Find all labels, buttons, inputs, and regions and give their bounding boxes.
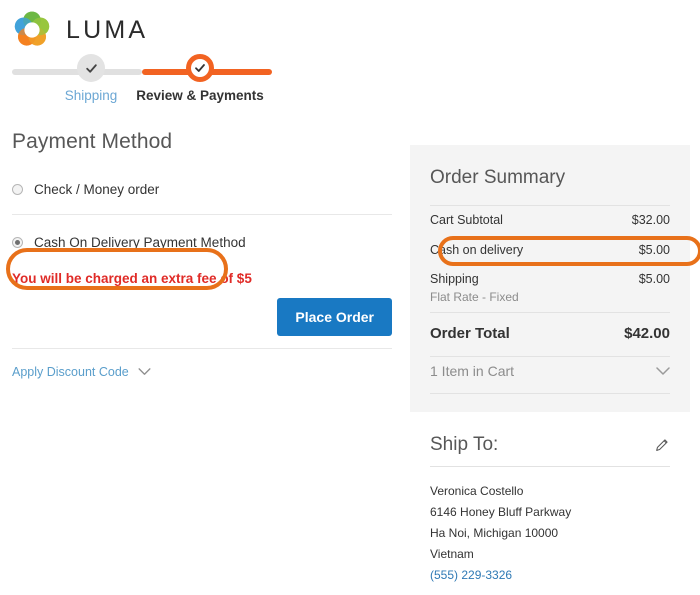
summary-row-label: Cash on delivery bbox=[430, 242, 524, 257]
cart-items-toggle[interactable]: 1 Item in Cart bbox=[430, 357, 670, 393]
address-country: Vietnam bbox=[430, 546, 474, 561]
payment-method-option-check-money-order[interactable]: Check / Money order bbox=[12, 178, 392, 200]
address-phone[interactable]: (555) 229-3326 bbox=[430, 565, 512, 586]
address-name: Veronica Costello bbox=[430, 483, 524, 498]
apply-discount-code-label[interactable]: Apply Discount Code bbox=[12, 365, 129, 379]
divider bbox=[430, 392, 670, 394]
progress-step-label-shipping: Shipping bbox=[64, 88, 118, 103]
check-icon bbox=[85, 63, 97, 73]
order-summary-panel: Order Summary Cart Subtotal $32.00 Cash … bbox=[410, 145, 700, 412]
summary-row-cash-on-delivery: Cash on delivery $5.00 bbox=[430, 236, 670, 266]
summary-row-cart-subtotal: Cart Subtotal $32.00 bbox=[430, 206, 670, 236]
divider bbox=[12, 348, 392, 349]
place-order-button[interactable]: Place Order bbox=[277, 298, 392, 336]
ship-to-block: Ship To: Veronica Costello 6146 Honey Bl… bbox=[410, 434, 690, 586]
address-street: 6146 Honey Bluff Parkway bbox=[430, 504, 572, 519]
site-logo[interactable]: LUMA bbox=[12, 10, 148, 50]
luma-flower-logo-icon bbox=[14, 11, 50, 46]
ship-to-title: Ship To: bbox=[430, 433, 499, 455]
radio-cash-on-delivery[interactable] bbox=[12, 236, 23, 248]
shipping-step-dot bbox=[77, 54, 105, 82]
summary-row-value: $32.00 bbox=[631, 213, 670, 227]
order-total-value: $42.00 bbox=[624, 324, 670, 342]
payment-method-label: Check / Money order bbox=[34, 181, 160, 197]
cart-items-label: 1 Item in Cart bbox=[430, 362, 515, 379]
summary-row-sublabel: Flat Rate - Fixed bbox=[430, 289, 519, 304]
summary-row-shipping: Shipping Flat Rate - Fixed $5.00 bbox=[430, 265, 670, 312]
review-payments-step-dot bbox=[186, 54, 214, 82]
summary-row-label: Shipping bbox=[430, 272, 479, 287]
check-icon bbox=[195, 64, 205, 72]
checkout-progress-bar: Shipping Review & Payments bbox=[12, 54, 272, 110]
summary-row-value: $5.00 bbox=[638, 242, 670, 257]
checkout-sidebar: Order Summary Cart Subtotal $32.00 Cash … bbox=[410, 145, 700, 595]
summary-row-value: $5.00 bbox=[638, 272, 670, 287]
payment-section: Payment Method Check / Money order Cash … bbox=[6, 130, 392, 381]
payment-method-label: Cash On Delivery Payment Method bbox=[34, 234, 246, 250]
payment-method-option-cash-on-delivery[interactable]: Cash On Delivery Payment Method bbox=[12, 231, 392, 253]
extra-fee-message: You will be charged an extra fee of $5 bbox=[12, 271, 252, 286]
summary-row-label: Cart Subtotal bbox=[430, 213, 503, 227]
checkout-page: LUMA Shipping Review & Payments Payment … bbox=[0, 0, 700, 595]
apply-discount-code-toggle[interactable]: Apply Discount Code bbox=[12, 363, 392, 381]
divider bbox=[12, 214, 392, 215]
order-total-label: Order Total bbox=[430, 324, 510, 342]
shipping-address: Veronica Costello 6146 Honey Bluff Parkw… bbox=[430, 481, 670, 586]
chevron-down-icon bbox=[656, 363, 670, 379]
order-total-row: Order Total $42.00 bbox=[430, 313, 670, 356]
chevron-down-icon bbox=[138, 363, 151, 381]
pencil-icon[interactable] bbox=[654, 437, 670, 453]
brand-name: LUMA bbox=[66, 15, 149, 44]
radio-check-money-order[interactable] bbox=[12, 183, 23, 195]
order-summary-title: Order Summary bbox=[430, 167, 566, 188]
progress-step-label-review-payments: Review & Payments bbox=[136, 88, 264, 103]
divider bbox=[430, 465, 670, 467]
page-title: Payment Method bbox=[12, 130, 173, 153]
address-city-state-zip: Ha Noi, Michigan 10000 bbox=[430, 525, 559, 540]
